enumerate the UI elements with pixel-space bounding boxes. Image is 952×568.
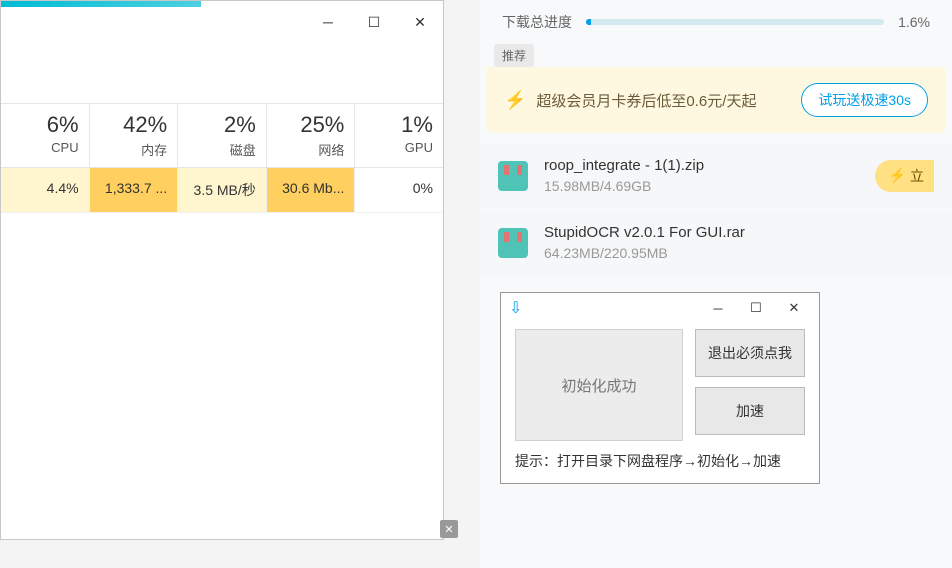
col-net[interactable]: 25% 网络 (267, 104, 356, 167)
download-name: roop_integrate - 1(1).zip (544, 157, 875, 174)
download-name: StupidOCR v2.0.1 For GUI.rar (544, 224, 934, 241)
bolt-icon: ⚡ (889, 167, 906, 184)
maximize-button[interactable]: ☐ (351, 3, 397, 41)
col-disk-label: 磁盘 (178, 140, 256, 159)
process-row[interactable]: 4.4% 1,333.7 ... 3.5 MB/秒 30.6 Mb... 0% (1, 168, 443, 213)
col-gpu[interactable]: 1% GPU (355, 104, 443, 167)
taskmgr-column-headers: 6% CPU 42% 内存 2% 磁盘 25% 网络 1% GPU (1, 103, 443, 168)
taskmgr-window: ─ ☐ ✕ 6% CPU 42% 内存 2% 磁盘 25% 网络 1% GPU … (0, 0, 444, 540)
cell-disk: 3.5 MB/秒 (178, 168, 267, 212)
download-action-label: 立 (910, 166, 924, 186)
accelerate-button[interactable]: 加速 (695, 387, 805, 435)
col-net-pct: 25% (267, 112, 345, 138)
taskmgr-titlebar: ─ ☐ ✕ (1, 1, 443, 43)
scroll-close-icon[interactable]: ✕ (440, 520, 458, 538)
col-mem-label: 内存 (90, 140, 168, 159)
archive-icon (498, 161, 528, 191)
col-net-label: 网络 (267, 140, 345, 159)
col-gpu-label: GPU (355, 140, 433, 155)
progress-fill (586, 19, 591, 25)
download-item[interactable]: roop_integrate - 1(1).zip 15.98MB/4.69GB… (480, 143, 952, 208)
hint-text: 提示：打开目录下网盘程序→初始化→加速 (501, 441, 819, 471)
download-item[interactable]: StupidOCR v2.0.1 For GUI.rar 64.23MB/220… (480, 210, 952, 275)
download-arrow-icon: ⇩ (509, 298, 522, 318)
promo-tag: 推荐 (494, 44, 534, 67)
download-size: 15.98MB/4.69GB (544, 178, 875, 194)
col-cpu-pct: 6% (1, 112, 79, 138)
try-speed-button[interactable]: 试玩送极速30s (801, 83, 928, 117)
titlebar-accent (1, 1, 201, 7)
progress-label: 下载总进度 (502, 12, 572, 32)
download-meta: StupidOCR v2.0.1 For GUI.rar 64.23MB/220… (544, 224, 934, 261)
minimize-button[interactable]: ─ (699, 296, 737, 320)
util-button-col: 退出必须点我 加速 (695, 329, 805, 441)
cell-mem: 1,333.7 ... (90, 168, 179, 212)
col-cpu-label: CPU (1, 140, 79, 155)
col-mem[interactable]: 42% 内存 (90, 104, 179, 167)
download-size: 64.23MB/220.95MB (544, 245, 934, 261)
accelerator-window: ⇩ ─ ☐ ✕ 初始化成功 退出必须点我 加速 提示：打开目录下网盘程序→初始化… (500, 292, 820, 484)
download-meta: roop_integrate - 1(1).zip 15.98MB/4.69GB (544, 157, 875, 194)
promo-text: 超级会员月卡券后低至0.6元/天起 (536, 90, 801, 111)
col-gpu-pct: 1% (355, 112, 433, 138)
util-titlebar: ⇩ ─ ☐ ✕ (501, 293, 819, 323)
close-button[interactable]: ✕ (775, 296, 813, 320)
col-disk-pct: 2% (178, 112, 256, 138)
cell-gpu: 0% (355, 168, 443, 212)
col-cpu[interactable]: 6% CPU (1, 104, 90, 167)
col-mem-pct: 42% (90, 112, 168, 138)
col-disk[interactable]: 2% 磁盘 (178, 104, 267, 167)
cell-net: 30.6 Mb... (267, 168, 356, 212)
bolt-icon: ⚡ (504, 90, 526, 111)
overall-progress: 下载总进度 1.6% (480, 0, 952, 40)
download-action-button[interactable]: ⚡ 立 (875, 160, 934, 192)
archive-icon (498, 228, 528, 258)
minimize-button[interactable]: ─ (305, 3, 351, 41)
close-button[interactable]: ✕ (397, 3, 443, 41)
maximize-button[interactable]: ☐ (737, 296, 775, 320)
exit-button[interactable]: 退出必须点我 (695, 329, 805, 377)
progress-pct: 1.6% (898, 14, 930, 30)
init-status: 初始化成功 (515, 329, 683, 441)
progress-bar[interactable] (586, 19, 884, 25)
util-body: 初始化成功 退出必须点我 加速 (501, 323, 819, 441)
cell-cpu: 4.4% (1, 168, 90, 212)
promo-banner: ⚡ 超级会员月卡券后低至0.6元/天起 试玩送极速30s (486, 67, 946, 133)
